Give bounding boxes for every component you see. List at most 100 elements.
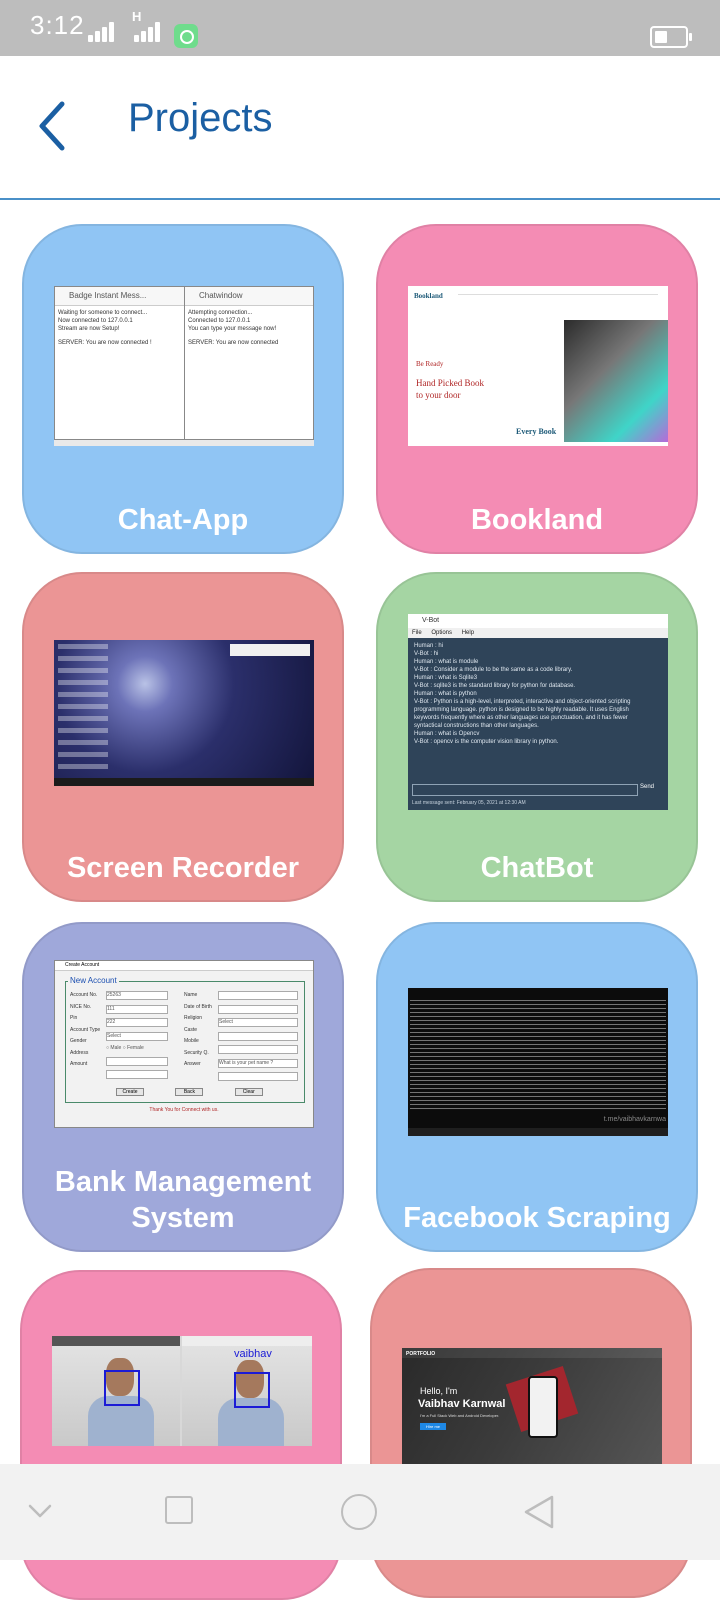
portfolio-subtitle: I'm a Full Stack Web and Android Develop… [420, 1413, 500, 1418]
field-answer[interactable] [218, 1072, 298, 1081]
field-label: Account Type [70, 1026, 101, 1033]
window-title: Badge Instant Mess... [55, 287, 185, 306]
chat-line: Human : what is module [414, 659, 479, 665]
status-bar: 3:12 H [0, 0, 720, 56]
menu-item[interactable]: File [408, 630, 426, 636]
home-button[interactable] [341, 1494, 377, 1530]
bookland-be-ready: Be Ready [416, 360, 444, 368]
project-label: Chat-App [117, 504, 249, 536]
notification-app-icon [174, 24, 198, 48]
project-screenshot: Bookland Be Ready Hand Picked Book to yo… [408, 286, 668, 446]
field-account-type[interactable]: Select [106, 1031, 168, 1041]
bookland-hero-image [564, 320, 668, 442]
field-label: Gender [70, 1038, 87, 1044]
back-button[interactable] [34, 96, 74, 156]
field-amount[interactable] [106, 1070, 168, 1079]
chat-line: Connected to 127.0.0.1 [188, 318, 251, 324]
battery-icon [650, 26, 692, 48]
bookland-nav [458, 294, 658, 298]
face-box [234, 1372, 270, 1408]
project-label: Screen Recorder [66, 852, 300, 884]
chat-line: Now connected to 127.0.0.1 [58, 318, 133, 324]
field-label: Account No. [70, 992, 98, 998]
signal-icon-2 [134, 14, 162, 42]
terminal-output [410, 1000, 666, 1110]
chatbot-send-button[interactable]: Send [640, 784, 654, 790]
field-label: Religion [184, 1015, 203, 1021]
chatbot-titlebar: V-Bot [408, 614, 668, 628]
chatbot-menu: File Options Help [408, 628, 668, 638]
desktop-icons [58, 644, 108, 772]
app-bar: Projects [0, 56, 720, 200]
field-gender[interactable]: ○ Male ○ Female [106, 1045, 166, 1052]
chatbot-log: Human : hi V-Bot : hi Human : what is mo… [414, 642, 654, 772]
field-label: NICE No. [70, 1003, 92, 1010]
bank-footer: Thank You for Connect with us. [149, 1107, 219, 1113]
project-card-chat-app[interactable]: Badge Instant Mess... Waiting for someon… [22, 224, 344, 554]
portfolio-hello: Hello, I'm [420, 1386, 458, 1396]
signal-icon [88, 14, 116, 42]
project-label: ChatBot [480, 852, 594, 884]
field-name[interactable] [218, 991, 298, 1000]
status-time: 3:12 [30, 10, 85, 40]
project-card-chatbot[interactable]: V-Bot File Options Help Human : hi V-Bot… [376, 572, 698, 902]
project-card-bookland[interactable]: Bookland Be Ready Hand Picked Book to yo… [376, 224, 698, 554]
chat-line: V-Bot : Consider a module to be the same… [414, 667, 573, 673]
chat-line: SERVER: You are now connected [188, 340, 279, 346]
menu-item[interactable]: Help [458, 630, 478, 636]
chat-line: Human : hi [414, 643, 444, 649]
project-card-bank-management[interactable]: Create Account New Account Account No. N… [22, 922, 344, 1252]
field-label: Pin [70, 1015, 78, 1021]
project-label: Bookland [470, 504, 604, 536]
chat-line: Human : what is Sqlite3 [414, 675, 478, 681]
gender-option[interactable]: Female [127, 1045, 144, 1051]
chat-line: V-Bot : opencv is the computer vision li… [414, 739, 559, 745]
field-address[interactable] [106, 1056, 168, 1066]
project-screenshot [54, 640, 314, 786]
face-box [104, 1370, 140, 1406]
field-account-no[interactable]: 25263 [106, 991, 168, 1000]
gender-option[interactable]: Male [110, 1045, 121, 1051]
field-label: Answer [184, 1061, 201, 1067]
field-security-q[interactable]: What is your pet name ? [218, 1058, 298, 1068]
face-frame-right: vaibhav [182, 1336, 312, 1446]
field-caste[interactable] [218, 1031, 298, 1041]
chat-line: Human : what is python [414, 691, 477, 697]
field-label: Date of Birth [184, 1003, 212, 1010]
field-label: Mobile [184, 1038, 199, 1044]
project-card-facebook-scraping[interactable]: t.me/vaibhavkarnwa Facebook Scraping [376, 922, 698, 1252]
portfolio-cta-button[interactable]: Hire me [420, 1423, 447, 1430]
clear-button[interactable]: Clear [234, 1088, 263, 1096]
chat-line: Waiting for someone to connect... [58, 310, 148, 316]
project-screenshot: t.me/vaibhavkarnwa [408, 988, 668, 1136]
recents-button[interactable] [165, 1496, 193, 1524]
field-dob[interactable] [218, 1004, 298, 1014]
field-nice-no[interactable]: 111 [106, 1004, 168, 1014]
field-pin[interactable]: 222 [106, 1018, 168, 1027]
project-screenshot: vaibhav [52, 1336, 312, 1446]
chat-line: SERVER: You are now connected ! [58, 340, 152, 346]
back-triangle-icon[interactable] [522, 1494, 556, 1530]
menu-item[interactable]: Options [427, 630, 456, 636]
create-button[interactable]: Create [116, 1088, 144, 1096]
chevron-left-icon [39, 101, 65, 151]
chat-line: V-Bot : Python is a high-level, interpre… [414, 699, 631, 729]
chat-line: V-Bot : hi [414, 651, 439, 657]
field-label: Name [184, 992, 198, 998]
recorder-window [230, 644, 310, 656]
chatbot-input[interactable] [412, 784, 638, 796]
field-mobile[interactable] [218, 1045, 298, 1054]
field-religion[interactable]: Select [218, 1018, 298, 1027]
bank-form-legend: New Account [68, 976, 119, 985]
chevron-down-icon[interactable] [26, 1500, 54, 1520]
project-card-screen-recorder[interactable]: Screen Recorder [22, 572, 344, 902]
system-nav-bar [0, 1464, 720, 1560]
field-label: Caste [184, 1026, 198, 1033]
chat-line: You can type your message now! [188, 326, 277, 332]
bookland-every-book: Every Book [512, 426, 561, 437]
project-screenshot: Badge Instant Mess... Waiting for someon… [54, 286, 314, 446]
back-form-button[interactable]: Back [175, 1088, 204, 1096]
chatbot-status: Last message sent: February 05, 2021 at … [412, 800, 526, 806]
field-label: Amount [70, 1061, 88, 1067]
field-label: Address [70, 1049, 89, 1056]
